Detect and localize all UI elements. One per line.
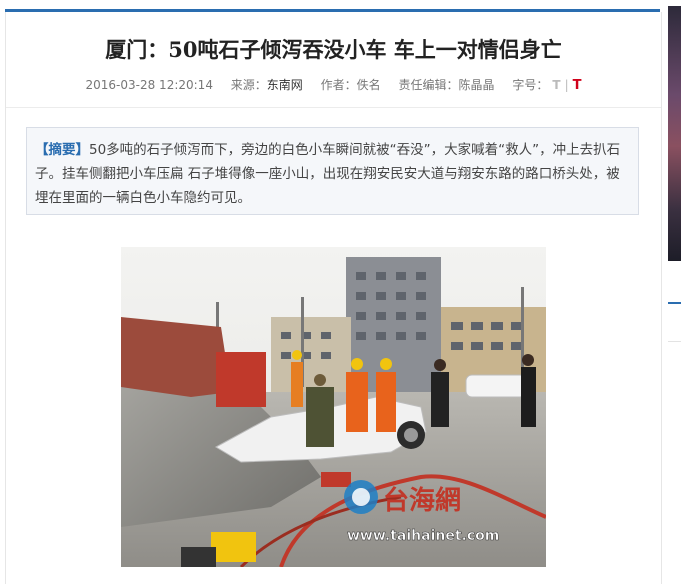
watermark-url: www.taihainet.com [347,528,499,544]
fontsize-separator: | [564,78,569,92]
right-sidebar-edge [668,0,681,584]
font-small-button[interactable]: T [552,78,560,92]
sidebar-thumbnail[interactable] [668,6,681,261]
editor-name: 陈晶晶 [458,78,495,92]
sidebar-accent-line [668,302,681,304]
editor-label: 责任编辑： [398,78,459,92]
source-link[interactable]: 东南网 [267,76,303,93]
source-label: 来源： [230,78,267,92]
article-container: 厦门：50吨石子倾泻吞没小车 车上一对情侣身亡 2016-03-28 12:20… [5,12,662,584]
summary-text: 50多吨的石子倾泻而下，旁边的白色小车瞬间就被“吞没”，大家喊着“救人”，冲上去… [35,142,621,206]
article-photo: 台海網 www.taihainet.com [121,247,546,567]
article-title: 厦门：50吨石子倾泻吞没小车 车上一对情侣身亡 [105,37,562,62]
article-summary: 【摘要】50多吨的石子倾泻而下，旁边的白色小车瞬间就被“吞没”，大家喊着“救人”… [26,127,639,215]
header-divider [6,107,661,108]
summary-tag: 【摘要】 [35,142,89,158]
font-large-button[interactable]: T [573,78,582,93]
fontsize-label: 字号： [512,78,549,92]
author-label: 作者： [320,78,357,92]
article-meta: 2016-03-28 12:20:14 来源：东南网 作者：佚名 责任编辑：陈晶… [6,76,661,93]
watermark-cn: 台海網 [383,485,461,516]
author-name: 佚名 [356,78,381,92]
publish-datetime: 2016-03-28 12:20:14 [85,78,213,92]
sidebar-divider [668,341,681,342]
